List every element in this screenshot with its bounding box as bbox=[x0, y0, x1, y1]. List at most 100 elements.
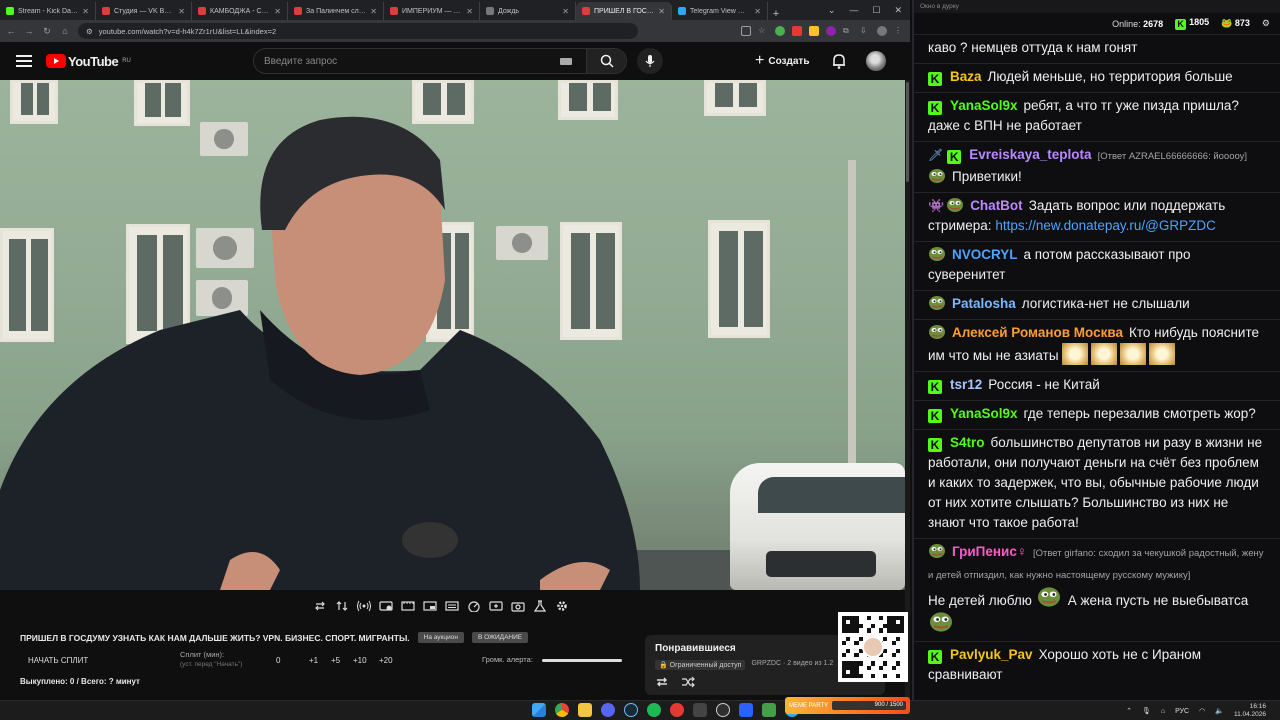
chat-username[interactable]: YanaSol9x bbox=[950, 98, 1018, 113]
microphone-tray-icon[interactable]: 🎙 bbox=[1142, 707, 1151, 715]
url-field[interactable]: ⚙ youtube.com/watch?v=d-h4k7Zr1rU&list=L… bbox=[78, 23, 638, 39]
add-clip-icon[interactable] bbox=[488, 596, 504, 616]
shuffle-icon[interactable] bbox=[681, 676, 695, 688]
close-tab-icon[interactable]: ✕ bbox=[754, 7, 761, 16]
screen-capture-icon[interactable] bbox=[378, 596, 394, 616]
voice-search-button[interactable] bbox=[637, 48, 663, 74]
search-button[interactable] bbox=[586, 49, 626, 73]
minimize-button[interactable]: — bbox=[849, 5, 858, 15]
extension-icon[interactable] bbox=[809, 26, 819, 36]
broadcast-icon[interactable] bbox=[356, 596, 372, 616]
close-tab-icon[interactable]: ✕ bbox=[82, 7, 89, 16]
youtube-logo[interactable]: YouTube RU bbox=[46, 54, 131, 69]
forward-icon[interactable]: → bbox=[24, 26, 34, 36]
search-input[interactable]: Введите запрос bbox=[254, 56, 560, 67]
video-player[interactable] bbox=[0, 80, 905, 590]
maximize-button[interactable]: ☐ bbox=[872, 5, 880, 16]
close-tab-icon[interactable]: ✕ bbox=[370, 7, 377, 16]
puzzle-icon[interactable]: ⧉ bbox=[843, 26, 853, 36]
chat-username[interactable]: Evreiskaya_teplota bbox=[969, 147, 1091, 162]
chat-username[interactable]: S4tro bbox=[950, 435, 985, 450]
extension-icon[interactable] bbox=[775, 26, 785, 36]
add-10-button[interactable]: +10 bbox=[353, 656, 367, 665]
browser-tab[interactable]: Stream - Kick Dashboard✕ bbox=[0, 2, 96, 20]
waiting-button[interactable]: В ОЖИДАНИЕ bbox=[471, 632, 529, 643]
chat-messages[interactable]: каво ? немцев оттуда к нам гонят K Baza Люд… bbox=[914, 35, 1280, 685]
bookmark-star-icon[interactable]: ☆ bbox=[758, 26, 768, 36]
camera-icon[interactable] bbox=[510, 596, 526, 616]
notifications-bell-icon[interactable] bbox=[832, 53, 846, 69]
opera-icon[interactable] bbox=[670, 703, 684, 717]
keyboard-icon[interactable] bbox=[560, 57, 572, 65]
chat-username[interactable]: Baza bbox=[950, 69, 982, 84]
chat-username[interactable]: Patalosha bbox=[952, 296, 1016, 311]
app-icon[interactable] bbox=[693, 703, 707, 717]
browser-tab[interactable]: Дождь ✕ bbox=[480, 2, 576, 20]
add-1-button[interactable]: +1 bbox=[309, 656, 318, 665]
flask-icon[interactable] bbox=[532, 596, 548, 616]
extension-icon[interactable] bbox=[792, 26, 802, 36]
close-tab-icon[interactable]: ✕ bbox=[274, 7, 281, 16]
add-5-button[interactable]: +5 bbox=[331, 656, 340, 665]
download-icon[interactable]: ⇩ bbox=[860, 26, 870, 36]
start-split-button[interactable]: НАЧАТЬ СПЛИТ bbox=[28, 656, 88, 665]
sort-icon[interactable] bbox=[334, 596, 350, 616]
film-icon[interactable] bbox=[400, 596, 416, 616]
chat-username[interactable]: tsr12 bbox=[950, 377, 982, 392]
steam-icon[interactable] bbox=[624, 703, 638, 717]
spotify-icon[interactable] bbox=[647, 703, 661, 717]
account-avatar[interactable] bbox=[866, 51, 886, 71]
reload-icon[interactable]: ↻ bbox=[42, 26, 52, 37]
split-minutes-value[interactable]: 0 bbox=[276, 656, 280, 665]
extension-icon[interactable] bbox=[826, 26, 836, 36]
site-info-icon[interactable]: ⚙ bbox=[86, 27, 93, 36]
chat-username[interactable]: Pavlyuk_Pav bbox=[950, 647, 1033, 662]
media-player-icon[interactable] bbox=[739, 703, 753, 717]
page-scrollbar[interactable] bbox=[905, 80, 910, 700]
loop-icon[interactable] bbox=[312, 596, 328, 616]
app-icon[interactable] bbox=[762, 703, 776, 717]
obs-icon[interactable] bbox=[716, 703, 730, 717]
close-window-button[interactable]: ✕ bbox=[894, 5, 902, 16]
tray-chevron-icon[interactable]: ⌃ bbox=[1126, 707, 1132, 715]
profile-icon[interactable] bbox=[877, 26, 887, 36]
subtitles-icon[interactable] bbox=[444, 596, 460, 616]
chrome-icon[interactable] bbox=[555, 703, 569, 717]
home-icon[interactable]: ⌂ bbox=[60, 26, 70, 36]
browser-tab[interactable]: КАМБОДЖА - Столица ✕ bbox=[192, 2, 288, 20]
browser-tab[interactable]: ИМПЕРИУМ — НЕ РОС✕ bbox=[384, 2, 480, 20]
close-tab-icon[interactable]: ✕ bbox=[178, 7, 185, 16]
browser-tab[interactable]: Студия — VK Видео Live ✕ bbox=[96, 2, 192, 20]
settings-gear-icon[interactable] bbox=[554, 596, 570, 616]
chat-username[interactable]: YanaSol9x bbox=[950, 406, 1018, 421]
volume-icon[interactable]: 🔈 bbox=[1215, 707, 1224, 715]
picture-in-picture-icon[interactable] bbox=[422, 596, 438, 616]
loop-playlist-icon[interactable] bbox=[655, 676, 669, 688]
cast-icon[interactable] bbox=[741, 26, 751, 36]
wifi-icon[interactable]: ◠ bbox=[1199, 707, 1205, 715]
clock[interactable]: 16:16 11.04.2026 bbox=[1234, 703, 1266, 719]
browser-tab[interactable]: За Палинчем следит и р✕ bbox=[288, 2, 384, 20]
chat-username[interactable]: NVOCRYL bbox=[952, 247, 1018, 262]
search-box[interactable]: Введите запрос bbox=[253, 48, 627, 74]
close-tab-icon[interactable]: ✕ bbox=[466, 7, 473, 16]
close-tab-icon[interactable]: ✕ bbox=[658, 7, 665, 16]
chat-username[interactable]: ГриПенис♀ bbox=[952, 544, 1027, 559]
chat-username[interactable]: Алексей Романов Москва bbox=[952, 325, 1123, 340]
browser-tab[interactable]: Telegram View @dvac ✕ bbox=[672, 2, 768, 20]
language-indicator[interactable]: РУС bbox=[1175, 708, 1189, 715]
discord-icon[interactable] bbox=[601, 703, 615, 717]
explorer-icon[interactable] bbox=[578, 703, 592, 717]
create-button[interactable]: + Создать bbox=[755, 50, 809, 72]
add-20-button[interactable]: +20 bbox=[379, 656, 393, 665]
network-icon[interactable]: ⌂ bbox=[1161, 708, 1165, 715]
chat-settings-icon[interactable]: ⚙ bbox=[1262, 18, 1270, 29]
speed-gauge-icon[interactable] bbox=[466, 596, 482, 616]
menu-icon[interactable] bbox=[16, 55, 32, 67]
chat-username[interactable]: ChatBot bbox=[970, 198, 1023, 213]
back-icon[interactable]: ← bbox=[6, 26, 16, 36]
new-tab-button[interactable]: + bbox=[768, 8, 784, 20]
menu-dots-icon[interactable]: ⋮ bbox=[894, 26, 904, 36]
browser-tab[interactable]: ПРИШЕЛ В ГОСДУМУ ✕ bbox=[576, 2, 672, 20]
windows-start-icon[interactable] bbox=[532, 703, 546, 717]
